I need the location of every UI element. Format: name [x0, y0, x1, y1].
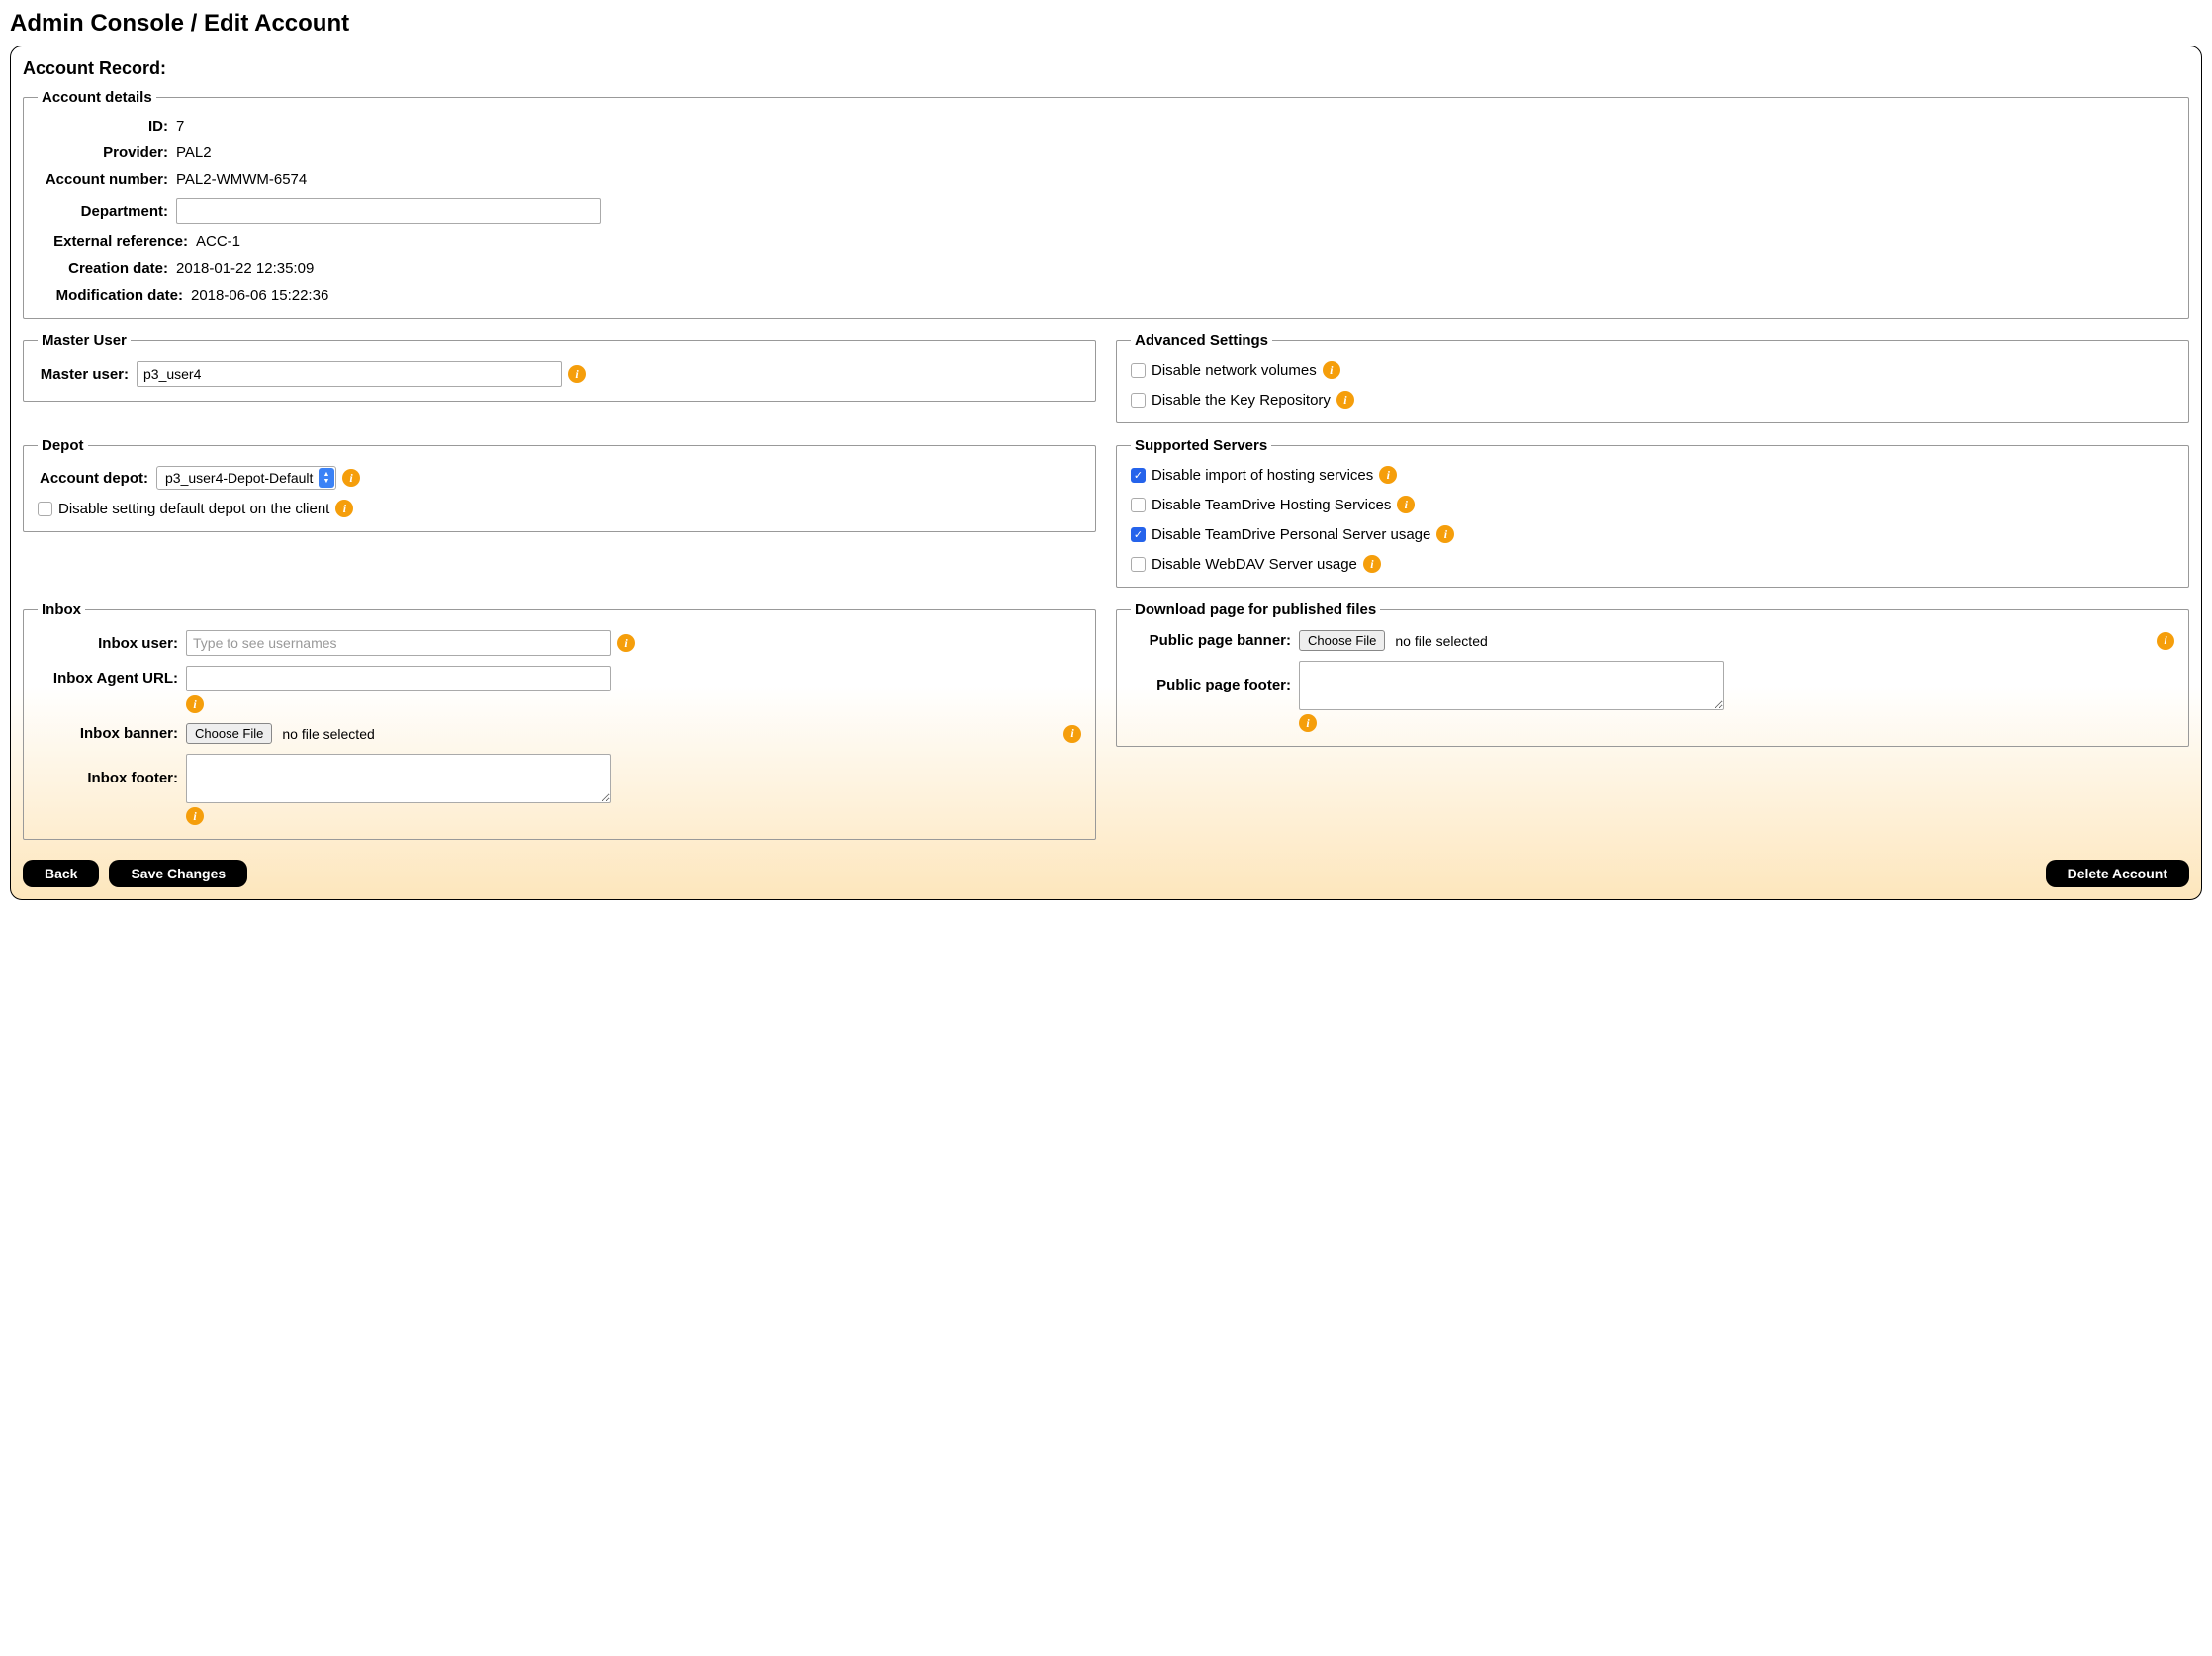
disable-td-personal-label: Disable TeamDrive Personal Server usage: [1152, 526, 1430, 543]
disable-webdav-label: Disable WebDAV Server usage: [1152, 556, 1357, 573]
disable-network-volumes-label: Disable network volumes: [1152, 362, 1317, 379]
public-page-footer-textarea[interactable]: [1299, 661, 1724, 710]
public-page-footer-label: Public page footer:: [1131, 661, 1299, 693]
modification-date-label: Modification date:: [38, 287, 191, 304]
account-number-value: PAL2-WMWM-6574: [176, 171, 2174, 188]
info-icon[interactable]: i: [617, 634, 635, 652]
provider-value: PAL2: [176, 144, 2174, 161]
account-number-label: Account number:: [38, 171, 176, 188]
account-record-panel: Account Record: Account details ID: 7 Pr…: [10, 46, 2202, 900]
disable-import-hosting-label: Disable import of hosting services: [1152, 467, 1373, 484]
info-icon[interactable]: i: [568, 365, 586, 383]
info-icon[interactable]: i: [1299, 714, 1317, 732]
inbox-user-input[interactable]: [186, 630, 611, 656]
disable-default-depot-label: Disable setting default depot on the cli…: [58, 501, 329, 517]
page-title: Admin Console / Edit Account: [10, 10, 2202, 38]
info-icon[interactable]: i: [2157, 632, 2174, 650]
account-depot-select[interactable]: p3_user4-Depot-Default: [156, 466, 336, 490]
info-icon[interactable]: i: [335, 500, 353, 517]
inbox-banner-choose-file-button[interactable]: Choose File: [186, 723, 272, 744]
inbox-fieldset: Inbox Inbox user: i Inbox Agent URL: i: [23, 601, 1096, 840]
department-label: Department:: [38, 203, 176, 220]
depot-fieldset: Depot Account depot: p3_user4-Depot-Defa…: [23, 437, 1096, 532]
info-icon[interactable]: i: [1363, 555, 1381, 573]
download-page-fieldset: Download page for published files Public…: [1116, 601, 2189, 747]
inbox-legend: Inbox: [38, 601, 85, 618]
public-page-banner-file-status: no file selected: [1395, 633, 1487, 649]
disable-td-hosting-label: Disable TeamDrive Hosting Services: [1152, 497, 1391, 513]
info-icon[interactable]: i: [1436, 525, 1454, 543]
creation-date-label: Creation date:: [38, 260, 176, 277]
info-icon[interactable]: i: [1063, 725, 1081, 743]
master-user-label: Master user:: [38, 366, 137, 383]
department-input[interactable]: [176, 198, 601, 224]
supported-servers-fieldset: Supported Servers ✓ Disable import of ho…: [1116, 437, 2189, 588]
disable-default-depot-checkbox[interactable]: [38, 502, 52, 516]
modification-date-value: 2018-06-06 15:22:36: [191, 287, 2174, 304]
ext-ref-label: External reference:: [38, 233, 196, 250]
info-icon[interactable]: i: [1397, 496, 1415, 513]
account-depot-label: Account depot:: [38, 470, 156, 487]
inbox-agent-url-label: Inbox Agent URL:: [38, 666, 186, 687]
info-icon[interactable]: i: [1336, 391, 1354, 409]
disable-import-hosting-checkbox[interactable]: ✓: [1131, 468, 1146, 483]
inbox-agent-url-input[interactable]: [186, 666, 611, 691]
inbox-banner-label: Inbox banner:: [38, 725, 186, 742]
inbox-footer-textarea[interactable]: [186, 754, 611, 803]
info-icon[interactable]: i: [186, 807, 204, 825]
disable-td-hosting-checkbox[interactable]: [1131, 498, 1146, 512]
account-depot-select-wrap[interactable]: p3_user4-Depot-Default ▲▼: [156, 466, 336, 490]
public-page-banner-choose-file-button[interactable]: Choose File: [1299, 630, 1385, 651]
public-page-banner-label: Public page banner:: [1131, 632, 1299, 649]
disable-td-personal-checkbox[interactable]: ✓: [1131, 527, 1146, 542]
inbox-user-label: Inbox user:: [38, 635, 186, 652]
back-button[interactable]: Back: [23, 860, 99, 887]
account-details-legend: Account details: [38, 89, 156, 106]
id-value: 7: [176, 118, 2174, 135]
master-user-fieldset: Master User Master user: i: [23, 332, 1096, 402]
disable-network-volumes-checkbox[interactable]: [1131, 363, 1146, 378]
advanced-settings-legend: Advanced Settings: [1131, 332, 1272, 349]
depot-legend: Depot: [38, 437, 88, 454]
supported-servers-legend: Supported Servers: [1131, 437, 1271, 454]
provider-label: Provider:: [38, 144, 176, 161]
ext-ref-value: ACC-1: [196, 233, 2174, 250]
account-details-fieldset: Account details ID: 7 Provider: PAL2 Acc…: [23, 89, 2189, 319]
master-user-input[interactable]: [137, 361, 562, 387]
delete-account-button[interactable]: Delete Account: [2046, 860, 2189, 887]
advanced-settings-fieldset: Advanced Settings Disable network volume…: [1116, 332, 2189, 423]
disable-key-repo-checkbox[interactable]: [1131, 393, 1146, 408]
info-icon[interactable]: i: [1323, 361, 1340, 379]
download-page-legend: Download page for published files: [1131, 601, 1380, 618]
info-icon[interactable]: i: [1379, 466, 1397, 484]
inbox-footer-label: Inbox footer:: [38, 754, 186, 786]
disable-webdav-checkbox[interactable]: [1131, 557, 1146, 572]
panel-title: Account Record:: [23, 58, 2189, 79]
save-changes-button[interactable]: Save Changes: [109, 860, 247, 887]
info-icon[interactable]: i: [186, 695, 204, 713]
creation-date-value: 2018-01-22 12:35:09: [176, 260, 2174, 277]
id-label: ID:: [38, 118, 176, 135]
info-icon[interactable]: i: [342, 469, 360, 487]
disable-key-repo-label: Disable the Key Repository: [1152, 392, 1331, 409]
master-user-legend: Master User: [38, 332, 131, 349]
inbox-banner-file-status: no file selected: [282, 726, 374, 742]
